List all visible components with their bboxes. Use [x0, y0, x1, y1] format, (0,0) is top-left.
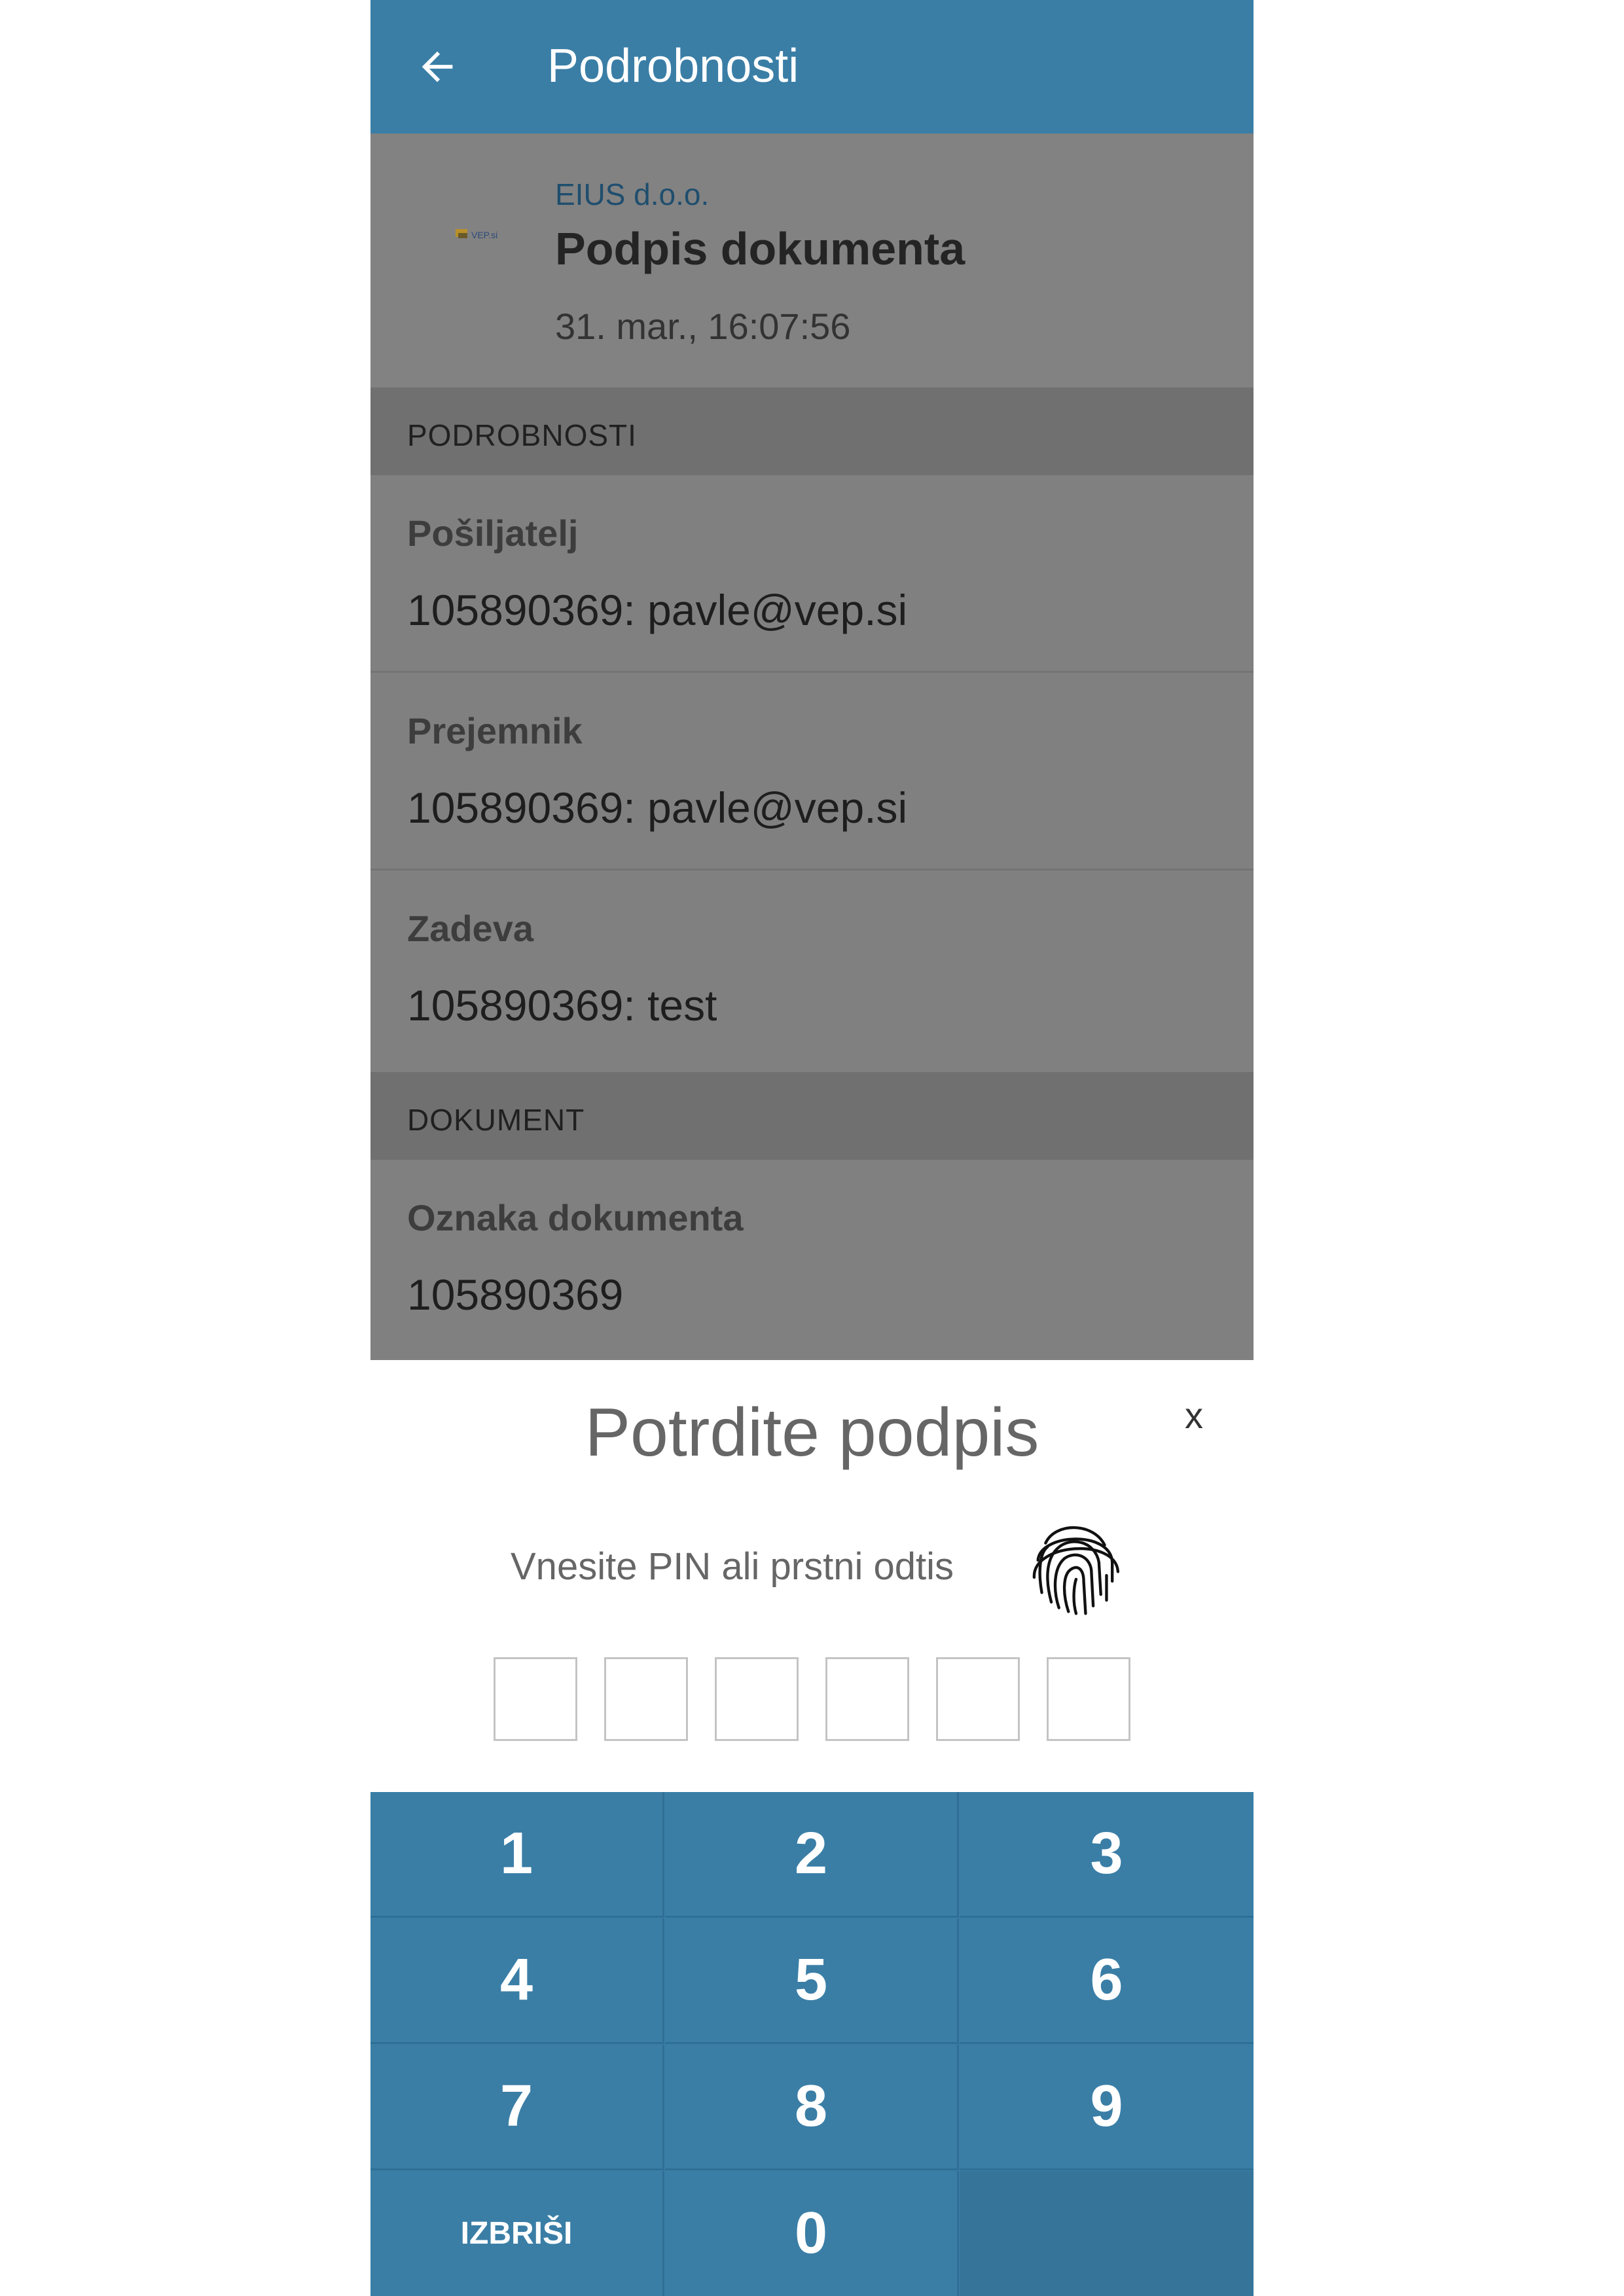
key-7[interactable]: 7: [370, 2045, 664, 2170]
field-value: 105890369: pavle@vep.si: [407, 586, 908, 634]
key-1[interactable]: 1: [370, 1792, 664, 1918]
confirm-signature-panel: Potrdite podpis x Vnesite PIN ali prstni…: [370, 1360, 1254, 1792]
details-content: VEP.si EIUS d.o.o. Podpis dokumenta 31. …: [370, 134, 1254, 1360]
key-8[interactable]: 8: [665, 2045, 959, 2170]
confirm-heading: Potrdite podpis: [585, 1395, 1039, 1471]
company-name: EIUS d.o.o.: [555, 177, 710, 211]
field-sender: Pošiljatelj 105890369: pavle@vep.si: [370, 475, 1254, 673]
key-9[interactable]: 9: [960, 2045, 1254, 2170]
document-title: Podpis dokumenta: [555, 223, 965, 274]
key-empty: [960, 2171, 1254, 2296]
section-header-document: DOKUMENT: [370, 1072, 1254, 1160]
key-4[interactable]: 4: [370, 1918, 664, 2044]
fingerprint-icon[interactable]: [1025, 1515, 1123, 1619]
key-6[interactable]: 6: [960, 1918, 1254, 2044]
numeric-keypad: 1 2 3 4 5 6 7 8 9 IZBRIŠI 0: [370, 1792, 1254, 2296]
section-header-details: PODROBNOSTI: [370, 387, 1254, 475]
page-title: Podrobnosti: [547, 40, 799, 92]
field-label: Zadeva: [407, 908, 533, 949]
field-label: Prejemnik: [407, 710, 583, 751]
pin-digit-box[interactable]: [825, 1657, 909, 1741]
phone-screen: Podrobnosti VEP.si EIUS d.o.o. Podpis do…: [370, 0, 1254, 2296]
key-2[interactable]: 2: [665, 1792, 959, 1918]
pin-digit-box[interactable]: [604, 1657, 688, 1741]
field-label: Pošiljatelj: [407, 512, 579, 554]
key-3[interactable]: 3: [960, 1792, 1254, 1918]
section-header-label: DOKUMENT: [407, 1103, 585, 1137]
pin-hint: Vnesite PIN ali prstni odtis: [511, 1545, 954, 1588]
pin-digit-box[interactable]: [715, 1657, 799, 1741]
field-recipient: Prejemnik 105890369: pavle@vep.si: [370, 673, 1254, 870]
pin-digit-box[interactable]: [494, 1657, 577, 1741]
arrow-left-icon[interactable]: [414, 44, 460, 90]
field-subject: Zadeva 105890369: test: [370, 870, 1254, 1068]
section-header-label: PODROBNOSTI: [407, 418, 637, 452]
pin-digit-box[interactable]: [1047, 1657, 1130, 1741]
key-5[interactable]: 5: [665, 1918, 959, 2044]
svg-text:VEP.si: VEP.si: [471, 230, 497, 240]
field-label: Oznaka dokumenta: [407, 1197, 744, 1238]
field-document-id: Oznaka dokumenta 105890369: [370, 1160, 1254, 1357]
app-bar: Podrobnosti: [370, 0, 1254, 134]
company-logo: VEP.si: [456, 229, 497, 240]
pin-digit-box[interactable]: [936, 1657, 1020, 1741]
field-value: 105890369: test: [407, 981, 717, 1030]
field-value: 105890369: pavle@vep.si: [407, 783, 908, 832]
document-header: VEP.si EIUS d.o.o. Podpis dokumenta 31. …: [370, 134, 1254, 387]
document-date: 31. mar., 16:07:56: [555, 306, 851, 347]
field-value: 105890369: [407, 1270, 624, 1319]
delete-button[interactable]: IZBRIŠI: [370, 2171, 664, 2296]
close-button[interactable]: x: [1185, 1394, 1203, 1437]
key-0[interactable]: 0: [665, 2171, 959, 2296]
